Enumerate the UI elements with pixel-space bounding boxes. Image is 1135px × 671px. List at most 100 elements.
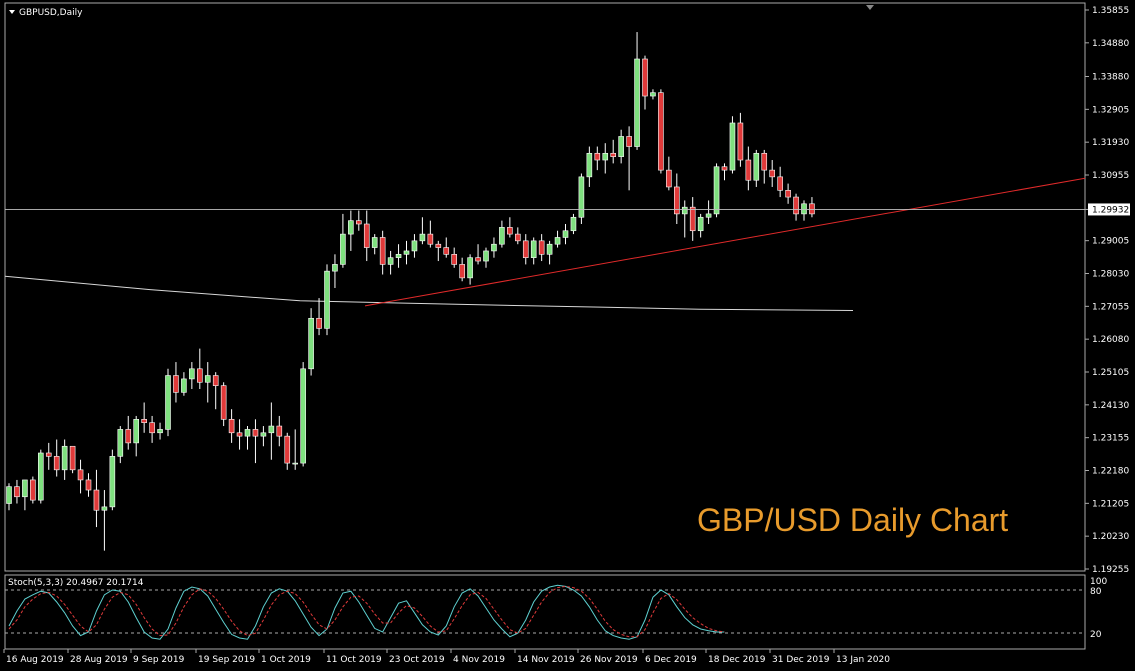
candle-body xyxy=(626,136,632,147)
candle-body xyxy=(348,220,354,235)
stoch-80-label: 80 xyxy=(1090,587,1102,597)
candle-body xyxy=(809,203,815,215)
x-tick-label: 23 Oct 2019 xyxy=(389,655,445,665)
y-tick-label: 1.33880 xyxy=(1092,73,1129,83)
y-tick-label: 1.31930 xyxy=(1092,138,1129,148)
candle-body xyxy=(713,166,720,215)
candle-body xyxy=(451,254,458,265)
x-tick-label: 1 Oct 2019 xyxy=(261,655,311,665)
price-axis: 1.35855 1.34880 1.33880 1.32905 1.31930 1.309… xyxy=(1085,6,1130,575)
candle-body xyxy=(737,122,744,161)
candle-body xyxy=(292,462,299,465)
candle-body xyxy=(37,452,44,501)
x-tick-label: 9 Sep 2019 xyxy=(133,655,185,665)
candle-body xyxy=(761,152,768,171)
candle-body xyxy=(785,190,791,198)
candle-body xyxy=(22,479,28,498)
candle-body xyxy=(157,429,163,434)
y-tick-label: 1.24130 xyxy=(1092,401,1129,411)
y-tick-label: 1.25105 xyxy=(1092,368,1129,378)
y-tick-label: 1.30955 xyxy=(1092,171,1129,181)
candle-body xyxy=(459,264,465,279)
y-tick-label: 1.26080 xyxy=(1092,335,1129,345)
candle-body xyxy=(411,240,418,252)
watermark: GBP/USD Daily Chart xyxy=(697,502,1008,538)
x-tick-label: 28 Aug 2019 xyxy=(70,655,128,665)
candle-body xyxy=(228,419,235,434)
y-tick-label: 1.19255 xyxy=(1092,565,1129,575)
candle-body xyxy=(793,196,799,215)
stoch-max-label: 100 xyxy=(1090,577,1107,587)
candle-body xyxy=(610,152,617,157)
candle-body xyxy=(14,486,20,498)
candle-body xyxy=(514,233,521,242)
candle-body xyxy=(395,254,402,258)
candle-body xyxy=(522,240,529,258)
candle-body xyxy=(769,169,776,178)
candle-body xyxy=(705,213,712,218)
candle xyxy=(109,449,116,511)
candle xyxy=(729,116,736,174)
candle-body xyxy=(753,152,760,181)
candle-body xyxy=(69,445,76,471)
candle-body xyxy=(435,243,442,248)
candle-body xyxy=(300,368,306,464)
x-tick-label: 14 Nov 2019 xyxy=(517,655,575,665)
candle-body xyxy=(6,486,12,504)
candle-body xyxy=(673,186,680,215)
candle-body xyxy=(30,479,36,501)
x-tick-label: 18 Dec 2019 xyxy=(708,655,766,665)
candle-body xyxy=(602,152,609,161)
candle-body xyxy=(173,375,179,393)
candle-body xyxy=(666,169,672,188)
symbol-label: GBPUSD,Daily xyxy=(19,8,83,18)
candle-body xyxy=(538,240,545,255)
candle xyxy=(30,476,36,504)
candle xyxy=(578,173,585,225)
candle-body xyxy=(220,385,227,420)
candle xyxy=(658,89,664,174)
time-axis: 16 Aug 2019 28 Aug 2019 9 Sep 2019 19 Sep 2… xyxy=(3,649,890,665)
x-tick-label: 31 Dec 2019 xyxy=(772,655,830,665)
main-chart-frame xyxy=(4,2,1086,572)
candle-body xyxy=(308,317,314,370)
candle-body xyxy=(276,425,283,437)
x-tick-label: 19 Sep 2019 xyxy=(198,655,255,665)
candle-body xyxy=(554,237,561,245)
candle-body xyxy=(117,429,124,457)
y-tick-label: 1.23155 xyxy=(1092,434,1129,444)
candle-body xyxy=(93,489,100,511)
candle-body xyxy=(546,243,553,255)
candle-body xyxy=(324,270,330,329)
candle xyxy=(308,308,314,376)
candle-body xyxy=(316,317,322,329)
candle-body xyxy=(618,136,624,157)
candle-body xyxy=(801,203,807,215)
candle-body xyxy=(355,220,362,225)
candle-body xyxy=(387,257,394,265)
candle-body xyxy=(77,469,84,481)
candle-body xyxy=(236,432,243,437)
x-tick-label: 4 Nov 2019 xyxy=(453,655,505,665)
x-tick-label: 16 Aug 2019 xyxy=(6,655,64,665)
candle-body xyxy=(681,206,688,215)
candle-body xyxy=(507,227,513,235)
candle-body xyxy=(419,233,426,242)
candle-body xyxy=(499,227,505,245)
candle-body xyxy=(745,159,752,181)
y-tick-label: 1.21205 xyxy=(1092,499,1129,509)
candle-body xyxy=(427,233,434,245)
candle-body xyxy=(403,250,410,255)
candle-body xyxy=(204,375,211,383)
candle-body xyxy=(260,432,267,437)
stoch-frame xyxy=(4,574,1086,650)
x-tick-label: 11 Oct 2019 xyxy=(326,655,382,665)
chart-window[interactable]: GBPUSD,Daily 1.35855 1.34880 1.33880 1.3290… xyxy=(0,0,1135,671)
stoch-20-label: 20 xyxy=(1090,630,1102,640)
y-tick-label: 1.27055 xyxy=(1092,302,1129,312)
candle-body xyxy=(363,223,370,248)
candle-body xyxy=(149,422,155,434)
candle-body xyxy=(197,368,203,383)
candle-body xyxy=(562,230,569,238)
y-tick-label: 1.34880 xyxy=(1092,39,1129,49)
